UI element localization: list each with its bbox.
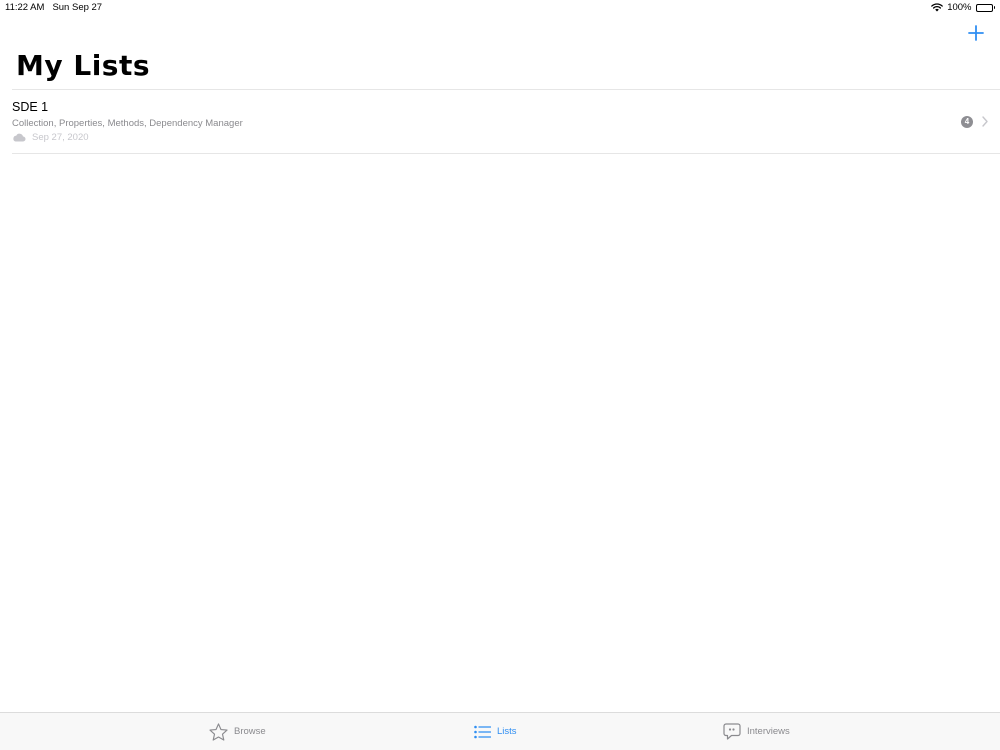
status-right: 100% <box>931 2 995 13</box>
list-item-meta: Sep 27, 2020 <box>12 132 89 143</box>
tab-interviews[interactable]: Interviews <box>723 713 790 750</box>
count-badge: 4 <box>961 116 973 128</box>
status-time: 11:22 AM <box>5 2 45 13</box>
battery-icon <box>975 3 995 12</box>
status-left: 11:22 AM Sun Sep 27 <box>5 2 102 13</box>
divider <box>12 153 1000 154</box>
tab-label-interviews: Interviews <box>747 726 790 737</box>
chevron-right-icon <box>982 116 988 127</box>
battery-percentage: 100% <box>947 2 972 13</box>
tab-label-lists: Lists <box>497 726 517 737</box>
list-icon <box>474 725 491 738</box>
speech-bubble-icon <box>723 723 741 740</box>
cloud-icon <box>13 133 26 142</box>
list-item[interactable]: SDE 1 Collection, Properties, Methods, D… <box>0 90 1000 153</box>
tab-label-browse: Browse <box>234 726 266 737</box>
tab-lists[interactable]: Lists <box>474 713 517 750</box>
plus-icon[interactable] <box>966 23 986 43</box>
tab-bar: Browse Lists Interviews <box>0 712 1000 750</box>
list-item-subtitle: Collection, Properties, Methods, Depende… <box>12 118 243 129</box>
list-item-title: SDE 1 <box>12 100 49 114</box>
status-bar: 11:22 AM Sun Sep 27 100% <box>0 0 1000 16</box>
tab-browse[interactable]: Browse <box>209 713 266 750</box>
list-item-date: Sep 27, 2020 <box>32 132 89 143</box>
wifi-icon <box>931 3 944 12</box>
star-icon <box>209 722 228 741</box>
status-date: Sun Sep 27 <box>52 2 103 13</box>
page-title: My Lists <box>16 49 151 82</box>
